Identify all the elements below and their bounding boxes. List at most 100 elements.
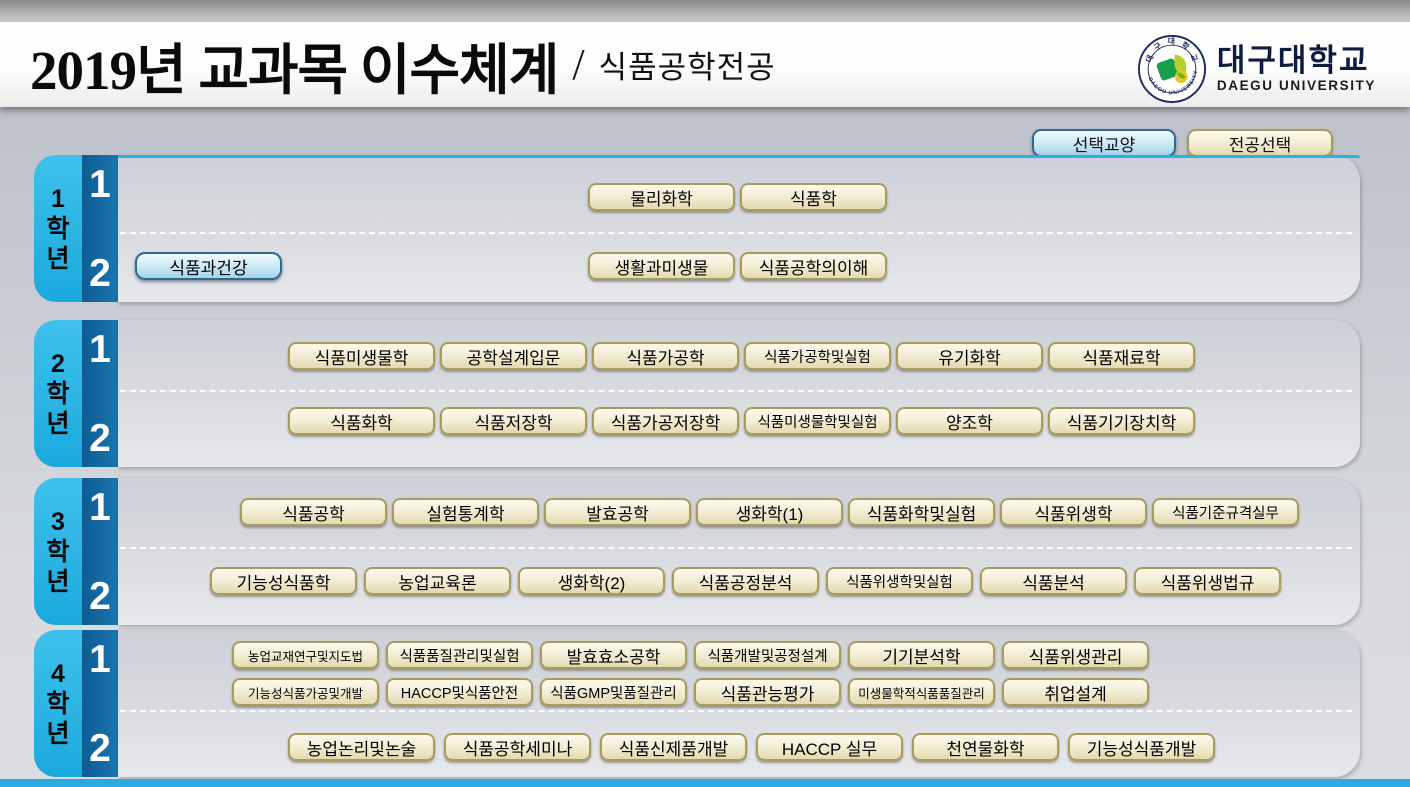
semester-1-label: 1 xyxy=(82,486,118,530)
course-button[interactable]: HACCP 실무 xyxy=(756,733,903,761)
year-tab-char: 년 xyxy=(46,719,69,749)
semester-2-label: 2 xyxy=(82,727,118,771)
year-body-year3: 식품공학실험통계학발효공학생화학(1)식품화학및실험식품위생학식품기준규격실무기… xyxy=(118,478,1360,625)
course-button[interactable]: 식품학 xyxy=(740,183,887,211)
course-button[interactable]: 미생물학적식품품질관리 xyxy=(848,678,995,706)
course-button[interactable]: 식품재료학 xyxy=(1048,342,1195,370)
course-button[interactable]: 양조학 xyxy=(896,407,1043,435)
course-button[interactable]: 식품미생물학 xyxy=(288,342,435,370)
course-button[interactable]: 발효효소공학 xyxy=(540,641,687,669)
year-tab-year1: 1학년 xyxy=(34,155,82,302)
year-tab-char: 4 xyxy=(51,659,65,689)
course-row-year2-s2: 식품화학식품저장학식품가공저장학식품미생물학및실험양조학식품기기장치학 xyxy=(118,407,1360,435)
course-row-year2-s1: 식품미생물학공학설계입문식품가공학식품가공학및실험유기화학식품재료학 xyxy=(118,342,1360,370)
course-button[interactable]: 농업교육론 xyxy=(364,567,511,595)
semester-divider xyxy=(120,390,1352,392)
course-button[interactable]: 기능성식품가공및개발 xyxy=(232,678,379,706)
course-button[interactable]: 농업논리및논술 xyxy=(288,733,435,761)
course-button[interactable]: 유기화학 xyxy=(896,342,1043,370)
course-button[interactable]: 식품공학 xyxy=(240,498,387,526)
university-logo: 대 구 대 학 교 DAEGU UNIVERSITY 1956 대구대학교 DA… xyxy=(1137,34,1376,104)
course-button[interactable]: 식품품질관리및실험 xyxy=(386,641,533,669)
course-button[interactable]: 식품위생법규 xyxy=(1134,567,1281,595)
course-button[interactable]: 생활과미생물 xyxy=(588,252,735,280)
semester-2-label: 2 xyxy=(82,575,118,619)
semester-2-label: 2 xyxy=(82,252,118,296)
course-button[interactable]: 식품기준규격실무 xyxy=(1152,498,1299,526)
course-button[interactable]: 식품신제품개발 xyxy=(600,733,747,761)
course-button[interactable]: 실험통계학 xyxy=(392,498,539,526)
year-tab-year2: 2학년 xyxy=(34,320,82,467)
semester-column-year3: 12 xyxy=(82,478,118,625)
course-button[interactable]: 식품GMP및품질관리 xyxy=(540,678,687,706)
course-button[interactable]: 식품분석 xyxy=(980,567,1127,595)
semester-divider xyxy=(120,232,1352,234)
course-button[interactable]: HACCP및식품안전 xyxy=(386,678,533,706)
course-row-year4-s2: 농업논리및논술 식품공학세미나 식품신제품개발 HACCP 실무 천연물화학 기능성식품개… xyxy=(118,733,1360,761)
year-body-year4: 농업교재연구및지도법식품품질관리및실험발효효소공학식품개발및공정설계기기분석학식… xyxy=(118,630,1360,777)
semester-column-year4: 12 xyxy=(82,630,118,777)
year-tab-year4: 4학년 xyxy=(34,630,82,777)
year-tab-char: 학 xyxy=(46,379,69,409)
course-button[interactable]: 식품화학및실험 xyxy=(848,498,995,526)
page-title-separator: / xyxy=(572,39,584,90)
course-button[interactable]: 식품관능평가 xyxy=(694,678,841,706)
year-tab-char: 2 xyxy=(51,349,65,379)
course-button[interactable]: 식품공정분석 xyxy=(672,567,819,595)
course-button[interactable]: 공학설계입문 xyxy=(440,342,587,370)
course-button[interactable]: 식품공학의이해 xyxy=(740,252,887,280)
year-tab-char: 년 xyxy=(46,409,69,439)
course-button[interactable]: 생화학(1) xyxy=(696,498,843,526)
university-seal: 대 구 대 학 교 DAEGU UNIVERSITY 1956 xyxy=(1137,34,1207,104)
course-row-year1-s2: 식품과건강 생활과미생물식품공학의이해 xyxy=(118,252,1360,280)
course-button[interactable]: 식품공학세미나 xyxy=(444,733,591,761)
course-button[interactable]: 생화학(2) xyxy=(518,567,665,595)
top-gray-strip xyxy=(0,0,1410,22)
course-button[interactable]: 식품가공학및실험 xyxy=(744,342,891,370)
bottom-accent-bar xyxy=(0,779,1410,787)
course-button[interactable]: 농업교재연구및지도법 xyxy=(232,641,379,669)
year-tab-char: 년 xyxy=(46,244,69,274)
course-row-year4-s1b: 기능성식품가공및개발HACCP및식품안전식품GMP및품질관리식품관능평가미생물학… xyxy=(118,678,1360,706)
course-button[interactable]: 식품기기장치학 xyxy=(1048,407,1195,435)
year-body-year1: 물리화학식품학식품과건강 생활과미생물식품공학의이해 xyxy=(118,155,1360,302)
semester-column-year2: 12 xyxy=(82,320,118,467)
year-panel-year2: 2학년12식품미생물학공학설계입문식품가공학식품가공학및실험유기화학식품재료학식… xyxy=(34,320,1360,467)
course-button[interactable]: 식품위생관리 xyxy=(1002,641,1149,669)
semester-divider xyxy=(120,710,1352,712)
course-button[interactable]: 기기분석학 xyxy=(848,641,995,669)
course-button[interactable]: 식품화학 xyxy=(288,407,435,435)
course-button[interactable]: 식품개발및공정설계 xyxy=(694,641,841,669)
semester-1-label: 1 xyxy=(82,163,118,207)
semester-divider xyxy=(120,547,1352,549)
legend-major-elective[interactable]: 전공선택 xyxy=(1187,129,1333,157)
legend-elective-liberal[interactable]: 선택교양 xyxy=(1032,129,1176,157)
course-button[interactable]: 식품가공저장학 xyxy=(592,407,739,435)
semester-column-year1: 12 xyxy=(82,155,118,302)
course-button[interactable]: 기능성식품개발 xyxy=(1068,733,1215,761)
semester-1-label: 1 xyxy=(82,328,118,372)
year-tab-char: 1 xyxy=(51,184,65,214)
course-row-year4-s1a: 농업교재연구및지도법식품품질관리및실험발효효소공학식품개발및공정설계기기분석학식… xyxy=(118,641,1360,669)
course-button[interactable]: 기능성식품학 xyxy=(210,567,357,595)
year-tab-char: 학 xyxy=(46,214,69,244)
year-body-year2: 식품미생물학공학설계입문식품가공학식품가공학및실험유기화학식품재료학식품화학식품… xyxy=(118,320,1360,467)
logo-name-korean: 대구대학교 xyxy=(1217,45,1376,78)
course-button[interactable]: 발효공학 xyxy=(544,498,691,526)
course-button[interactable]: 식품위생학및실험 xyxy=(826,567,973,595)
course-row-year3-s1: 식품공학실험통계학발효공학생화학(1)식품화학및실험식품위생학식품기준규격실무 xyxy=(118,498,1360,526)
page-title-major: 식품공학전공 xyxy=(599,42,776,87)
course-button[interactable]: 식품가공학 xyxy=(592,342,739,370)
course-button[interactable]: 식품저장학 xyxy=(440,407,587,435)
course-button[interactable]: 취업설계 xyxy=(1002,678,1149,706)
page-title: 2019년 교과목 이수체계 / 식품공학전공 xyxy=(30,22,776,107)
course-button[interactable]: 천연물화학 xyxy=(912,733,1059,761)
course-button[interactable]: 물리화학 xyxy=(588,183,735,211)
course-button[interactable]: 식품미생물학및실험 xyxy=(744,407,891,435)
course-row-year3-s2: 기능성식품학농업교육론생화학(2)식품공정분석식품위생학및실험식품분석식품위생법… xyxy=(118,567,1360,595)
semester-2-label: 2 xyxy=(82,417,118,461)
course-button[interactable]: 식품위생학 xyxy=(1000,498,1147,526)
year-panel-year3: 3학년12식품공학실험통계학발효공학생화학(1)식품화학및실험식품위생학식품기준… xyxy=(34,478,1360,625)
semester-1-label: 1 xyxy=(82,638,118,682)
course-button[interactable]: 식품과건강 xyxy=(135,252,282,280)
